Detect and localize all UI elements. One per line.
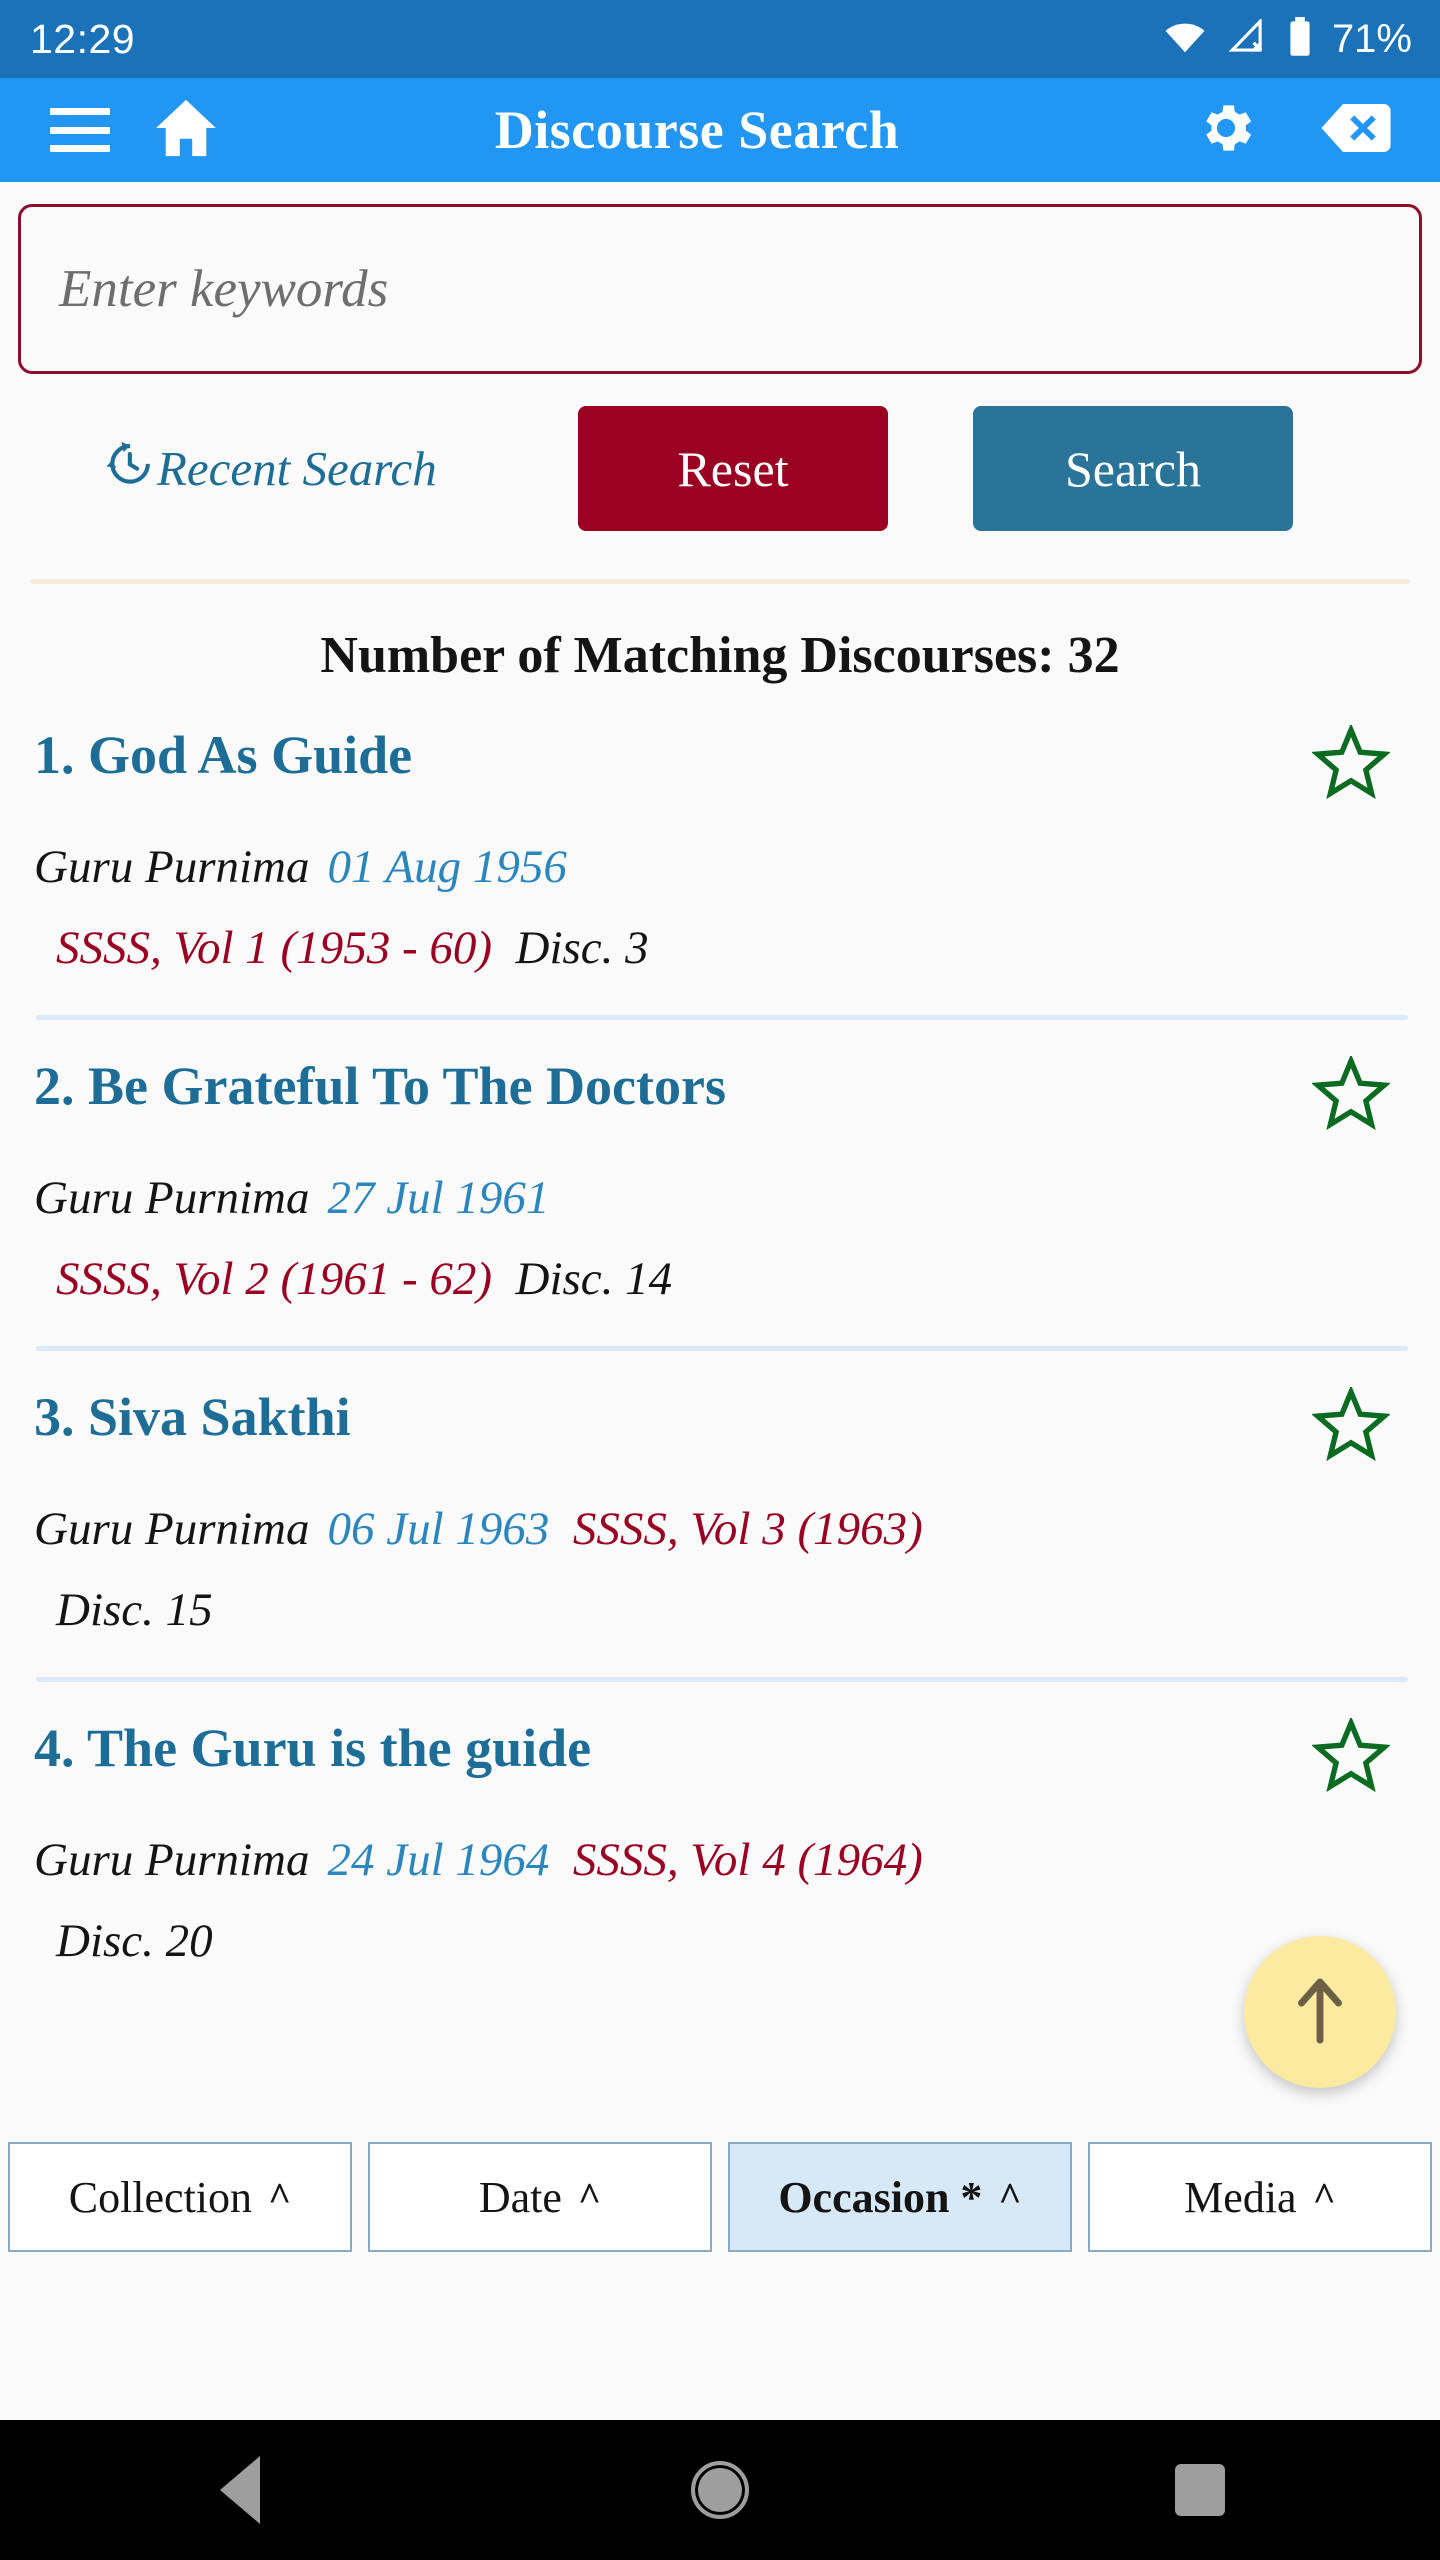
backspace-close-icon[interactable]: [1320, 100, 1392, 161]
app-bar: Discourse Search: [0, 78, 1440, 182]
status-bar: 12:29 71%: [0, 0, 1440, 78]
filter-button-label: Collection: [68, 2172, 253, 2222]
filter-button-collection[interactable]: Collection ^: [8, 2142, 352, 2252]
result-title[interactable]: 1. God As Guide: [34, 723, 412, 784]
search-input[interactable]: Enter keywords: [18, 204, 1422, 374]
home-circle-icon: [691, 2461, 749, 2519]
star-outline-icon[interactable]: [1311, 723, 1391, 805]
result-title[interactable]: 2. Be Grateful To The Doctors: [34, 1054, 726, 1115]
filter-bar: Collection ^ Date ^ Occasion * ^ Media ^: [0, 2142, 1440, 2260]
search-placeholder: Enter keywords: [59, 260, 389, 318]
result-collection: SSSS, Vol 2 (1961 - 62): [56, 1252, 493, 1305]
result-separator: [36, 1015, 1408, 1020]
back-triangle-icon: [220, 2456, 260, 2524]
result-meta: Guru Purnima 27 Jul 1961: [34, 1167, 1408, 1230]
result-item[interactable]: 3. Siva Sakthi Guru Purnima 06 Jul 1963 SS…: [0, 1385, 1440, 1641]
star-outline-icon[interactable]: [1311, 1054, 1391, 1136]
cellular-no-signal-icon: [1226, 17, 1268, 60]
wifi-icon: [1162, 19, 1208, 60]
star-outline-icon[interactable]: [1311, 1385, 1391, 1467]
result-header: 1. God As Guide: [34, 723, 1408, 806]
action-row: Recent Search Reset Search: [0, 406, 1440, 531]
result-meta-line2: SSSS, Vol 1 (1953 - 60) Disc. 3: [34, 917, 1408, 980]
status-time: 12:29: [30, 15, 136, 62]
result-meta-line2: Disc. 20: [34, 1910, 1408, 1973]
result-meta-line2: SSSS, Vol 2 (1961 - 62) Disc. 14: [34, 1248, 1408, 1311]
search-section: Enter keywords: [0, 182, 1440, 374]
result-occasion: Guru Purnima: [34, 841, 310, 893]
favorite-toggle[interactable]: [1311, 1385, 1391, 1468]
result-date: 01 Aug 1956: [327, 841, 567, 893]
result-date: 24 Jul 1964: [327, 1834, 550, 1886]
recent-search-button[interactable]: Recent Search: [18, 437, 578, 501]
result-header: 4. The Guru is the guide: [34, 1716, 1408, 1799]
filter-button-label: Occasion *: [778, 2172, 983, 2222]
filter-button-label: Date: [478, 2172, 562, 2222]
filter-button-media[interactable]: Media ^: [1088, 2142, 1432, 2252]
result-occasion: Guru Purnima: [34, 1834, 310, 1886]
favorite-toggle[interactable]: [1311, 723, 1391, 806]
reset-button[interactable]: Reset: [578, 406, 888, 531]
search-button[interactable]: Search: [973, 406, 1293, 531]
result-item[interactable]: 1. God As Guide Guru Purnima 01 Aug 1956 SS…: [0, 723, 1440, 979]
favorite-toggle[interactable]: [1311, 1716, 1391, 1799]
result-title[interactable]: 3. Siva Sakthi: [34, 1385, 351, 1446]
chevron-up-icon: ^: [1312, 2174, 1336, 2219]
chevron-up-icon: ^: [577, 2174, 602, 2219]
result-disc: Disc. 20: [56, 1914, 213, 1967]
star-outline-icon[interactable]: [1311, 1716, 1391, 1798]
chevron-up-icon: ^: [998, 2174, 1022, 2219]
result-title[interactable]: 4. The Guru is the guide: [34, 1716, 591, 1777]
result-header: 2. Be Grateful To The Doctors: [34, 1054, 1408, 1137]
hamburger-menu-icon[interactable]: [50, 108, 110, 152]
android-nav-bar: [0, 2420, 1440, 2560]
result-disc: Disc. 14: [492, 1252, 673, 1305]
result-item[interactable]: 2. Be Grateful To The Doctors Guru Purnim…: [0, 1054, 1440, 1310]
app-bar-left: [0, 97, 220, 164]
page-title: Discourse Search: [494, 100, 900, 160]
result-meta: Guru Purnima 24 Jul 1964 SSSS, Vol 4 (196…: [34, 1829, 1408, 1892]
result-date: 27 Jul 1961: [327, 1172, 550, 1224]
app-root: 12:29 71% Discourse Search Enter keyword…: [0, 0, 1440, 2560]
result-separator: [36, 1677, 1408, 1682]
result-separator: [36, 1346, 1408, 1351]
recent-search-label: Recent Search: [157, 441, 437, 496]
filter-button-label: Media: [1184, 2172, 1297, 2222]
result-occasion: Guru Purnima: [34, 1503, 310, 1555]
chevron-up-icon: ^: [268, 2174, 292, 2219]
result-date: 06 Jul 1963: [327, 1503, 550, 1555]
result-header: 3. Siva Sakthi: [34, 1385, 1408, 1468]
app-bar-right: [1194, 96, 1440, 165]
result-disc: Disc. 3: [492, 921, 649, 974]
filter-button-date[interactable]: Date ^: [368, 2142, 712, 2252]
arrow-up-icon: [1290, 1974, 1350, 2051]
result-list: 1. God As Guide Guru Purnima 01 Aug 1956 SS…: [0, 723, 1440, 1972]
result-disc: Disc. 15: [56, 1583, 213, 1636]
battery-icon: [1286, 16, 1314, 62]
status-icons: 71%: [1162, 16, 1412, 62]
nav-recents-button[interactable]: [1110, 2420, 1290, 2560]
nav-home-button[interactable]: [630, 2420, 810, 2560]
filter-button-occasion[interactable]: Occasion * ^: [728, 2142, 1072, 2252]
result-collection: SSSS, Vol 4 (1964): [549, 1834, 923, 1886]
history-clock-icon: [103, 437, 155, 501]
result-meta: Guru Purnima 01 Aug 1956: [34, 836, 1408, 899]
result-meta: Guru Purnima 06 Jul 1963 SSSS, Vol 3 (196…: [34, 1498, 1408, 1561]
recents-square-icon: [1175, 2464, 1225, 2516]
section-divider: [30, 579, 1410, 584]
scroll-to-top-button[interactable]: [1244, 1936, 1396, 2088]
nav-back-button[interactable]: [150, 2420, 330, 2560]
result-collection: SSSS, Vol 1 (1953 - 60): [56, 921, 493, 974]
favorite-toggle[interactable]: [1311, 1054, 1391, 1137]
result-count: Number of Matching Discourses: 32: [320, 627, 1120, 684]
result-item[interactable]: 4. The Guru is the guide Guru Purnima 24 J…: [0, 1716, 1440, 1972]
result-occasion: Guru Purnima: [34, 1172, 310, 1224]
battery-percent: 71%: [1331, 16, 1412, 61]
result-collection: SSSS, Vol 3 (1963): [549, 1503, 923, 1555]
result-meta-line2: Disc. 15: [34, 1579, 1408, 1642]
content-area: Enter keywords Recent Search Reset Searc…: [0, 182, 1440, 2260]
gear-icon[interactable]: [1194, 96, 1258, 165]
